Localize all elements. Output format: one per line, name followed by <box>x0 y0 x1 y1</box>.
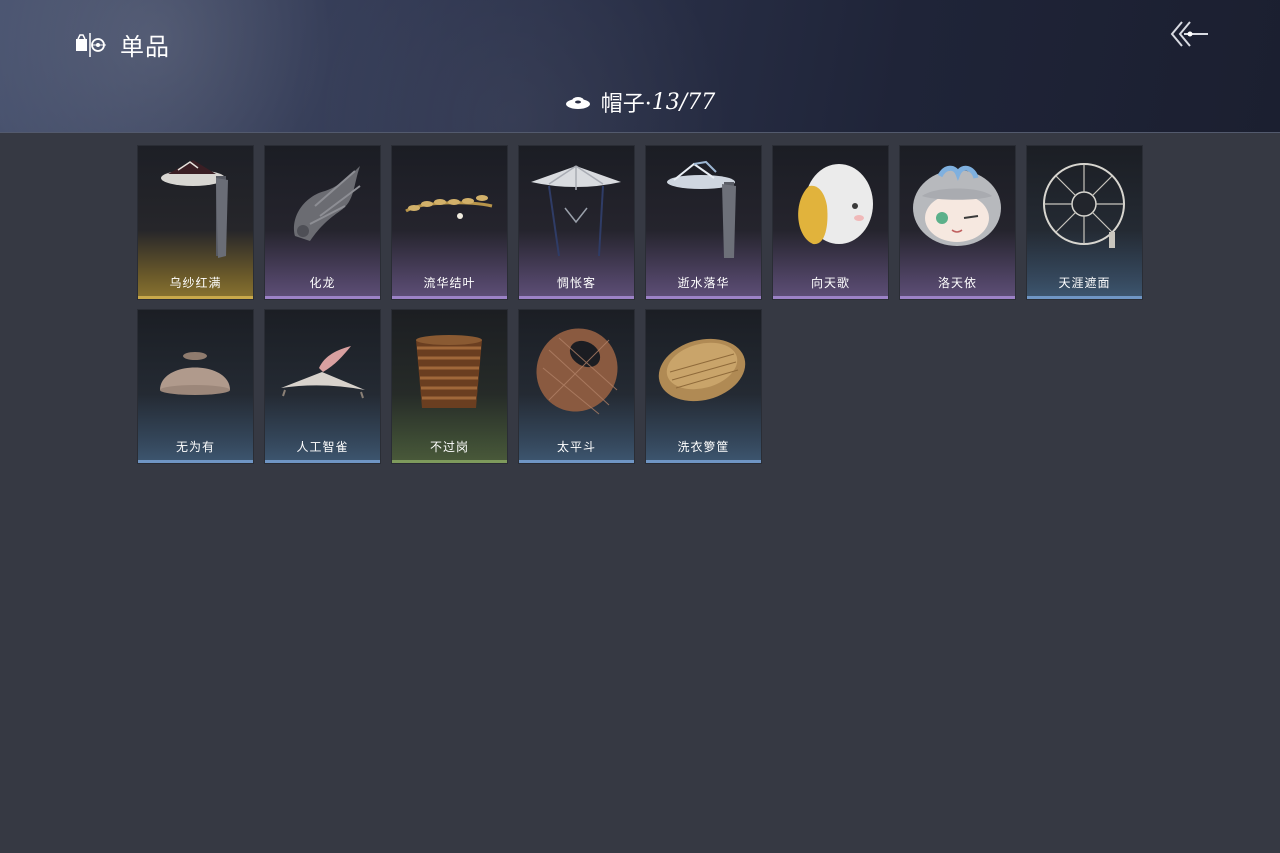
item-name: 惆怅客 <box>556 276 596 290</box>
rarity-bar <box>265 296 380 299</box>
item-card[interactable]: 化龙 <box>264 145 381 300</box>
sparrow-hat-icon <box>281 346 365 399</box>
item-card[interactable]: 洛天依 <box>899 145 1016 300</box>
item-name: 不过岗 <box>429 440 469 454</box>
item-name: 乌纱红满 <box>169 276 222 290</box>
page-title-group: 单品 <box>74 27 170 62</box>
item-name: 化龙 <box>309 276 336 290</box>
item-name: 无为有 <box>175 440 215 454</box>
veiled-bamboo-hat-icon <box>667 160 736 258</box>
back-button[interactable] <box>1168 18 1212 52</box>
conical-hat-icon <box>531 165 621 257</box>
rarity-bar <box>392 296 507 299</box>
rarity-bar <box>900 296 1015 299</box>
rarity-bar <box>138 460 253 463</box>
item-name: 流华结叶 <box>423 276 476 290</box>
rarity-bar <box>392 460 507 463</box>
hat-category-icon <box>565 97 590 109</box>
item-name: 太平斗 <box>556 440 596 454</box>
black-gauze-hat-with-veil-icon <box>161 160 228 258</box>
rarity-bar <box>265 460 380 463</box>
item-card[interactable]: 乌纱红满 <box>137 145 254 300</box>
item-name: 洗衣箩筐 <box>677 440 730 454</box>
item-name: 洛天依 <box>937 276 977 290</box>
wardrobe-icon <box>76 32 106 57</box>
item-card[interactable]: 逝水落华 <box>645 145 762 300</box>
item-card[interactable]: 不过岗 <box>391 309 508 464</box>
golden-leaf-circlet-icon <box>405 195 493 219</box>
header-banner: 单品 帽子· 13/77 <box>0 0 1280 133</box>
back-arrow-icon <box>1170 21 1208 47</box>
category-count: 13/77 <box>651 89 716 115</box>
item-card[interactable]: 洗衣箩筐 <box>645 309 762 464</box>
category-label: 帽子· <box>600 92 652 117</box>
rarity-bar <box>519 460 634 463</box>
dragon-headpiece-icon <box>294 166 361 241</box>
item-card[interactable]: 无为有 <box>137 309 254 464</box>
item-name: 人工智雀 <box>296 440 349 454</box>
rarity-bar <box>646 296 761 299</box>
rarity-bar <box>1027 296 1142 299</box>
clay-bowl-hat-icon <box>160 352 230 395</box>
goose-plush-hat-icon <box>798 164 873 245</box>
rarity-bar <box>773 296 888 299</box>
rarity-bar <box>138 296 253 299</box>
item-name: 天涯遮面 <box>1058 276 1111 290</box>
woven-basket-hat-icon <box>536 328 618 415</box>
stacked-bowls-hat-icon <box>416 335 482 408</box>
item-name: 向天歌 <box>810 276 850 290</box>
item-card[interactable]: 天涯遮面 <box>1026 145 1143 300</box>
rarity-bar <box>519 296 634 299</box>
item-card[interactable]: 流华结叶 <box>391 145 508 300</box>
item-card[interactable]: 惆怅客 <box>518 145 635 300</box>
item-name: 逝水落华 <box>677 276 730 290</box>
rarity-bar <box>646 460 761 463</box>
item-card[interactable]: 人工智雀 <box>264 309 381 464</box>
luo-tianyi-plush-head-icon <box>913 165 1001 246</box>
spoked-veil-hat-icon <box>1043 163 1125 248</box>
item-card[interactable]: 太平斗 <box>518 309 635 464</box>
laundry-basket-hat-icon <box>658 338 746 402</box>
category-header: 帽子· 13/77 <box>0 86 1280 118</box>
item-card[interactable]: 向天歌 <box>772 145 889 300</box>
page-title: 单品 <box>120 33 170 61</box>
